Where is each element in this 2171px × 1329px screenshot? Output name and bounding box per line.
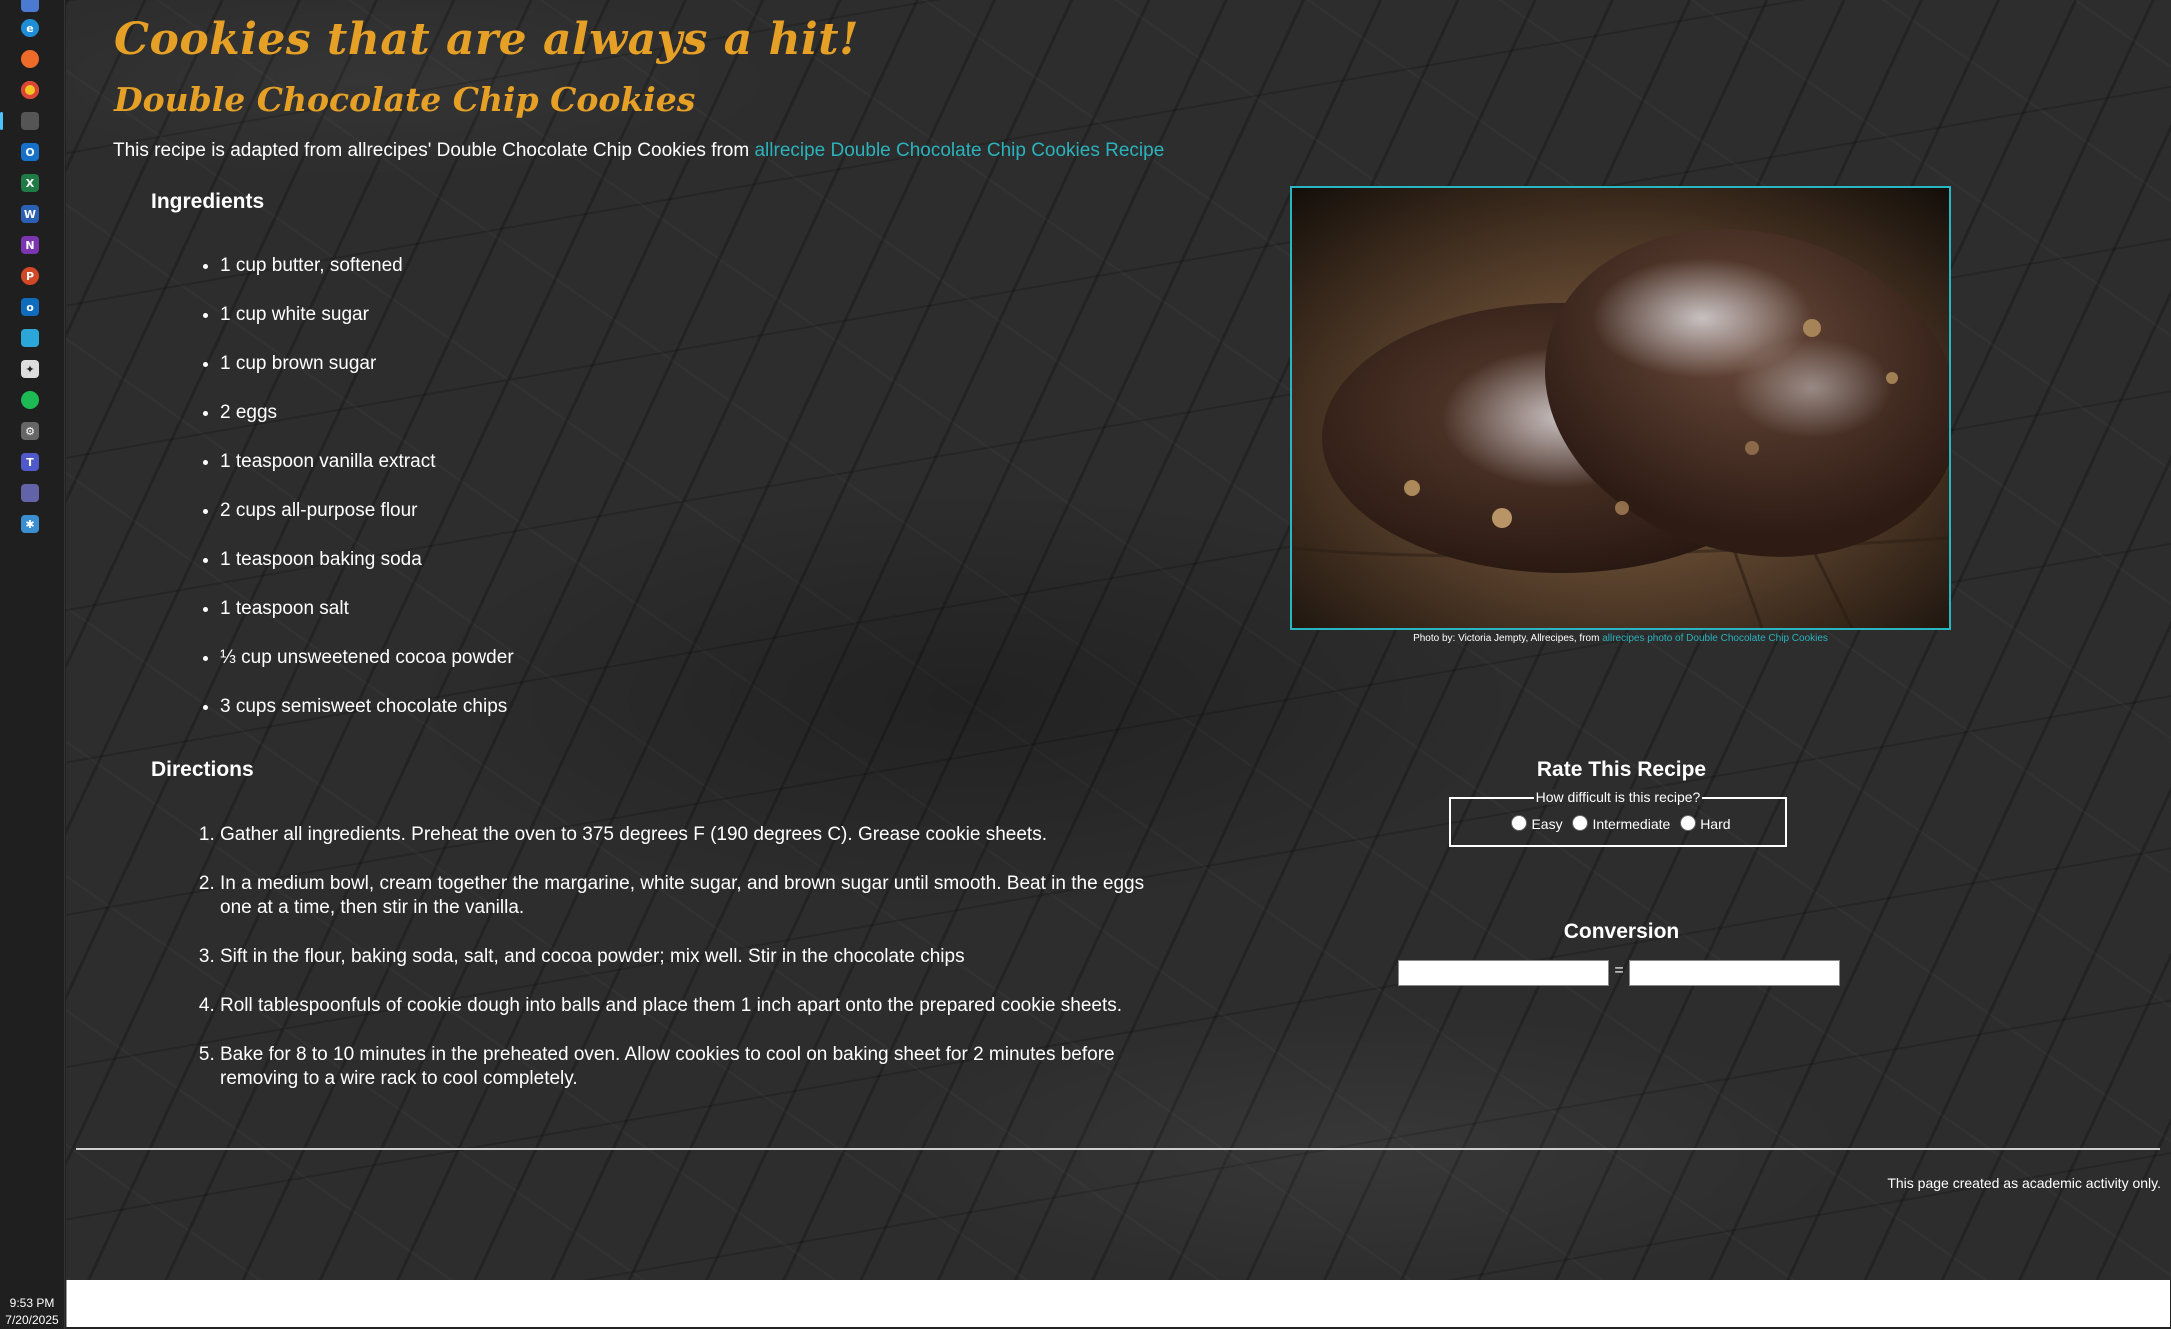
- ingredient-item: 1 teaspoon baking soda: [220, 548, 920, 597]
- page-title: Cookies that are always a hit!: [114, 14, 859, 65]
- ingredient-item: 1 cup white sugar: [220, 303, 920, 352]
- pinned-app-icon[interactable]: [21, 112, 39, 130]
- difficulty-fieldset: How difficult is this recipe? Easy Inter…: [1449, 789, 1787, 847]
- teams-alt-icon[interactable]: [21, 484, 39, 502]
- cookie-photo: [1290, 186, 1951, 630]
- ingredient-item: 1 cup brown sugar: [220, 352, 920, 401]
- radio-easy[interactable]: [1511, 815, 1528, 831]
- conversion-equals: =: [1614, 962, 1624, 979]
- photo-source-link[interactable]: allrecipes photo of Double Chocolate Chi…: [1602, 633, 1828, 644]
- ingredients-heading: Ingredients: [151, 190, 265, 213]
- powerpoint-icon[interactable]: P: [21, 267, 39, 285]
- radio-easy-label[interactable]: Easy: [1531, 816, 1562, 832]
- radio-hard[interactable]: [1680, 815, 1697, 831]
- direction-step: Sift in the flour, baking soda, salt, an…: [220, 945, 1180, 969]
- ingredient-item: 1 teaspoon vanilla extract: [220, 450, 920, 499]
- ingredient-item: 1 teaspoon salt: [220, 597, 920, 646]
- difficulty-legend: How difficult is this recipe?: [1451, 789, 1785, 807]
- chrome-icon[interactable]: [21, 81, 39, 99]
- app-icon[interactable]: [21, 0, 39, 12]
- conversion-input-from[interactable]: [1398, 960, 1609, 986]
- active-indicator: [0, 112, 3, 130]
- store-icon[interactable]: [21, 329, 39, 347]
- taskbar: e O X W N P o ✦ ⚙ T ✱ 9:53 PM 7/20/2025: [0, 0, 65, 1329]
- direction-step: Bake for 8 to 10 minutes in the preheate…: [220, 1043, 1180, 1091]
- radio-hard-label[interactable]: Hard: [1700, 816, 1730, 832]
- footer-note: This page created as academic activity o…: [1887, 1175, 2161, 1191]
- directions-list: Gather all ingredients. Preheat the oven…: [200, 823, 1180, 1116]
- clock-date[interactable]: 7/20/2025: [0, 1313, 64, 1327]
- radio-intermediate[interactable]: [1572, 815, 1589, 831]
- recipe-title: Double Chocolate Chip Cookies: [114, 80, 696, 119]
- recipe-source-link[interactable]: allrecipe Double Chocolate Chip Cookies …: [754, 140, 1164, 161]
- firefox-icon[interactable]: [21, 50, 39, 68]
- edge-icon[interactable]: e: [21, 19, 39, 37]
- ingredient-item: 3 cups semisweet chocolate chips: [220, 695, 920, 744]
- difficulty-options: Easy Intermediate Hard: [1451, 815, 1785, 832]
- footer-divider: [76, 1148, 2160, 1150]
- ingredient-item: ⅓ cup unsweetened cocoa powder: [220, 646, 920, 695]
- intro-paragraph: This recipe is adapted from allrecipes' …: [113, 140, 1164, 162]
- onenote-icon[interactable]: N: [21, 236, 39, 254]
- page-content: Cookies that are always a hit! Double Ch…: [66, 0, 2171, 1280]
- outlook-icon[interactable]: O: [21, 143, 39, 161]
- conversion-input-to[interactable]: [1629, 960, 1840, 986]
- ingredient-item: 1 cup butter, softened: [220, 254, 920, 303]
- directions-heading: Directions: [151, 758, 254, 781]
- outlook-classic-icon[interactable]: o: [21, 298, 39, 316]
- photo-caption-text: Photo by: Victoria Jempty, Allrecipes, f…: [1413, 633, 1600, 644]
- conversion-heading: Conversion: [1563, 920, 1680, 943]
- bottom-panel: [66, 1280, 2170, 1327]
- direction-step: Roll tablespoonfuls of cookie dough into…: [220, 994, 1180, 1018]
- direction-step: In a medium bowl, cream together the mar…: [220, 872, 1180, 920]
- ingredient-item: 2 cups all-purpose flour: [220, 499, 920, 548]
- teams-icon[interactable]: T: [21, 453, 39, 471]
- spotify-icon[interactable]: [21, 391, 39, 409]
- excel-icon[interactable]: X: [21, 174, 39, 192]
- difficulty-legend-text: How difficult is this recipe?: [1533, 789, 1703, 805]
- settings-icon[interactable]: ⚙: [21, 422, 39, 440]
- clock-time[interactable]: 9:53 PM: [0, 1296, 64, 1310]
- rate-heading: Rate This Recipe: [1536, 758, 1707, 781]
- radio-intermediate-label[interactable]: Intermediate: [1592, 816, 1670, 832]
- puzzle-icon[interactable]: ✦: [21, 360, 39, 378]
- photo-caption: Photo by: Victoria Jempty, Allrecipes, f…: [1290, 633, 1951, 644]
- visual-studio-icon[interactable]: ✱: [21, 515, 39, 533]
- intro-text: This recipe is adapted from allrecipes' …: [113, 140, 750, 161]
- ingredients-list: 1 cup butter, softened 1 cup white sugar…: [200, 254, 920, 744]
- direction-step: Gather all ingredients. Preheat the oven…: [220, 823, 1180, 847]
- word-icon[interactable]: W: [21, 205, 39, 223]
- cookie-photo-image: [1292, 188, 1949, 628]
- ingredient-item: 2 eggs: [220, 401, 920, 450]
